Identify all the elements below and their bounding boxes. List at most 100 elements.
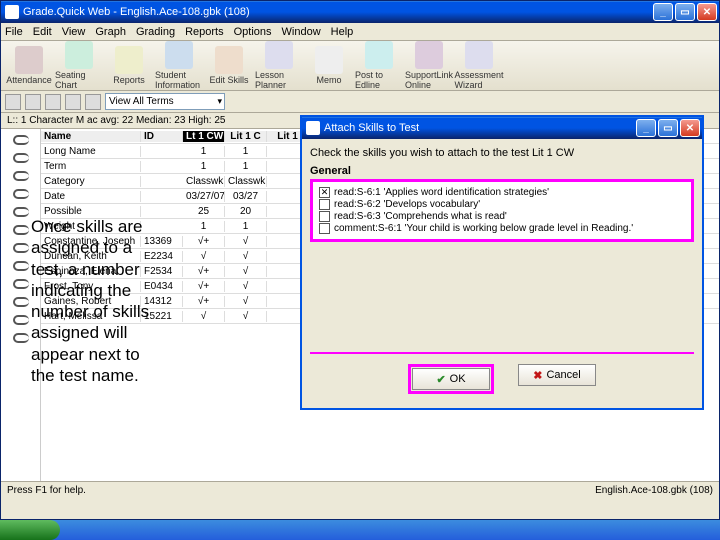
menu-file[interactable]: File	[5, 26, 23, 38]
status-right: English.Ace-108.gbk (108)	[595, 485, 713, 496]
cell-val: √+	[183, 266, 225, 277]
menu-options[interactable]: Options	[234, 26, 272, 38]
skill-text: read:S-6:3 'Comprehends what is read'	[334, 211, 507, 222]
checkbox[interactable]	[319, 223, 330, 234]
cell-name: Possible	[41, 206, 141, 217]
toolbar-icon	[165, 41, 193, 69]
cell-val: 1	[225, 161, 267, 172]
toolbar-icon	[265, 41, 293, 69]
skill-row[interactable]: read:S-6:3 'Comprehends what is read'	[319, 211, 685, 222]
cancel-label: Cancel	[546, 369, 580, 381]
dialog-minimize-button[interactable]: _	[636, 119, 656, 137]
view-combo-value: View All Terms	[109, 96, 174, 107]
cell-val: Classwk	[183, 176, 225, 187]
maximize-button[interactable]: ▭	[675, 3, 695, 21]
menu-reports[interactable]: Reports	[185, 26, 224, 38]
cancel-button[interactable]: ✖ Cancel	[518, 364, 596, 386]
status-left: Press F1 for help.	[7, 485, 86, 496]
checkbox[interactable]	[319, 211, 330, 222]
attach-skills-dialog: Attach Skills to Test _ ▭ ✕ Check the sk…	[300, 115, 704, 410]
toolbar-lesson-planner[interactable]: Lesson Planner	[255, 41, 303, 90]
toolbar-label: Attendance	[6, 75, 52, 85]
cell-val: √	[183, 251, 225, 262]
cell-val: √	[183, 311, 225, 322]
view-combo[interactable]: View All Terms	[105, 93, 225, 110]
toolbar-reports[interactable]: Reports	[105, 46, 153, 85]
cell-val: Classwk	[225, 176, 267, 187]
cell-val: 20	[225, 206, 267, 217]
toolbar-post-to-edline[interactable]: Post to Edline	[355, 41, 403, 90]
cell-val: √	[225, 266, 267, 277]
toolbar-label: Memo	[316, 75, 341, 85]
menu-edit[interactable]: Edit	[33, 26, 52, 38]
menu-window[interactable]: Window	[282, 26, 321, 38]
toolbar-seating-chart[interactable]: Seating Chart	[55, 41, 103, 90]
group-label: General	[310, 165, 694, 177]
close-button[interactable]: ✕	[697, 3, 717, 21]
dialog-maximize-button[interactable]: ▭	[658, 119, 678, 137]
tool-icon-4[interactable]	[85, 94, 101, 110]
toolbar-label: Assessment Wizard	[454, 70, 503, 90]
checkbox[interactable]: ✕	[319, 187, 330, 198]
tool-icon-2[interactable]	[45, 94, 61, 110]
menu-view[interactable]: View	[62, 26, 86, 38]
toolbar-icon	[465, 41, 493, 69]
dialog-titlebar: Attach Skills to Test _ ▭ ✕	[302, 117, 702, 139]
cell-name: Term	[41, 161, 141, 172]
main-title: Grade.Quick Web - English.Ace-108.gbk (1…	[23, 6, 250, 18]
cell-name: Category	[41, 176, 141, 187]
menu-graph[interactable]: Graph	[95, 26, 126, 38]
toolbar-memo[interactable]: Memo	[305, 46, 353, 85]
cell-val: 25	[183, 206, 225, 217]
main-toolbar: AttendanceSeating Chart Reports Student In…	[1, 41, 719, 91]
toolbar-label: Post to Edline	[355, 70, 403, 90]
cell-val: √+	[183, 296, 225, 307]
skill-row[interactable]: ✕ read:S-6:1 'Applies word identification…	[319, 187, 685, 198]
cell-val: 1	[183, 146, 225, 157]
start-button[interactable]	[0, 520, 60, 540]
menu-help[interactable]: Help	[331, 26, 354, 38]
cell-val: √	[225, 251, 267, 262]
print-icon[interactable]	[5, 94, 21, 110]
tool-icon-1[interactable]	[25, 94, 41, 110]
check-icon: ✔	[436, 373, 445, 386]
col-header[interactable]: Name	[41, 131, 141, 142]
toolbar-edit-skills[interactable]: Edit Skills	[205, 46, 253, 85]
col-header[interactable]: ID	[141, 131, 183, 142]
cell-name: Date	[41, 191, 141, 202]
toolbar-label: Reports	[113, 75, 145, 85]
toolbar-assessment-wizard[interactable]: Assessment Wizard	[455, 41, 503, 90]
dialog-icon	[306, 121, 320, 135]
secondary-toolbar: View All Terms	[1, 91, 719, 113]
checkbox[interactable]	[319, 199, 330, 210]
toolbar-attendance[interactable]: Attendance	[5, 46, 53, 85]
status-bar: Press F1 for help. English.Ace-108.gbk (…	[1, 481, 719, 499]
dialog-instruction: Check the skills you wish to attach to t…	[310, 147, 694, 159]
col-header[interactable]: Lt 1 CW	[183, 131, 225, 142]
tool-icon-3[interactable]	[65, 94, 81, 110]
app-icon	[5, 5, 19, 19]
main-titlebar: Grade.Quick Web - English.Ace-108.gbk (1…	[1, 1, 719, 23]
cell-val: 1	[225, 146, 267, 157]
skill-text: read:S-6:1 'Applies word identification …	[334, 187, 549, 198]
menu-grading[interactable]: Grading	[136, 26, 175, 38]
toolbar-supportlink-online[interactable]: SupportLink Online	[405, 41, 453, 90]
cell-val: √	[225, 296, 267, 307]
cell-val: 03/27/07	[183, 191, 225, 202]
toolbar-label: Seating Chart	[55, 70, 103, 90]
toolbar-student-information[interactable]: Student Information	[155, 41, 203, 90]
cell-val: 1	[225, 221, 267, 232]
cell-val: √	[225, 236, 267, 247]
cell-val: √	[225, 281, 267, 292]
toolbar-icon	[115, 46, 143, 74]
skill-row[interactable]: read:S-6:2 'Develops vocabulary'	[319, 199, 685, 210]
col-header[interactable]: Lit 1 C	[225, 131, 267, 142]
ok-button[interactable]: ✔OK	[412, 368, 490, 390]
x-icon: ✖	[533, 369, 542, 382]
minimize-button[interactable]: _	[653, 3, 673, 21]
dialog-close-button[interactable]: ✕	[680, 119, 700, 137]
skill-row[interactable]: comment:S-6:1 'Your child is working bel…	[319, 223, 685, 234]
cell-val: √	[225, 311, 267, 322]
toolbar-icon	[315, 46, 343, 74]
taskbar	[0, 520, 720, 540]
